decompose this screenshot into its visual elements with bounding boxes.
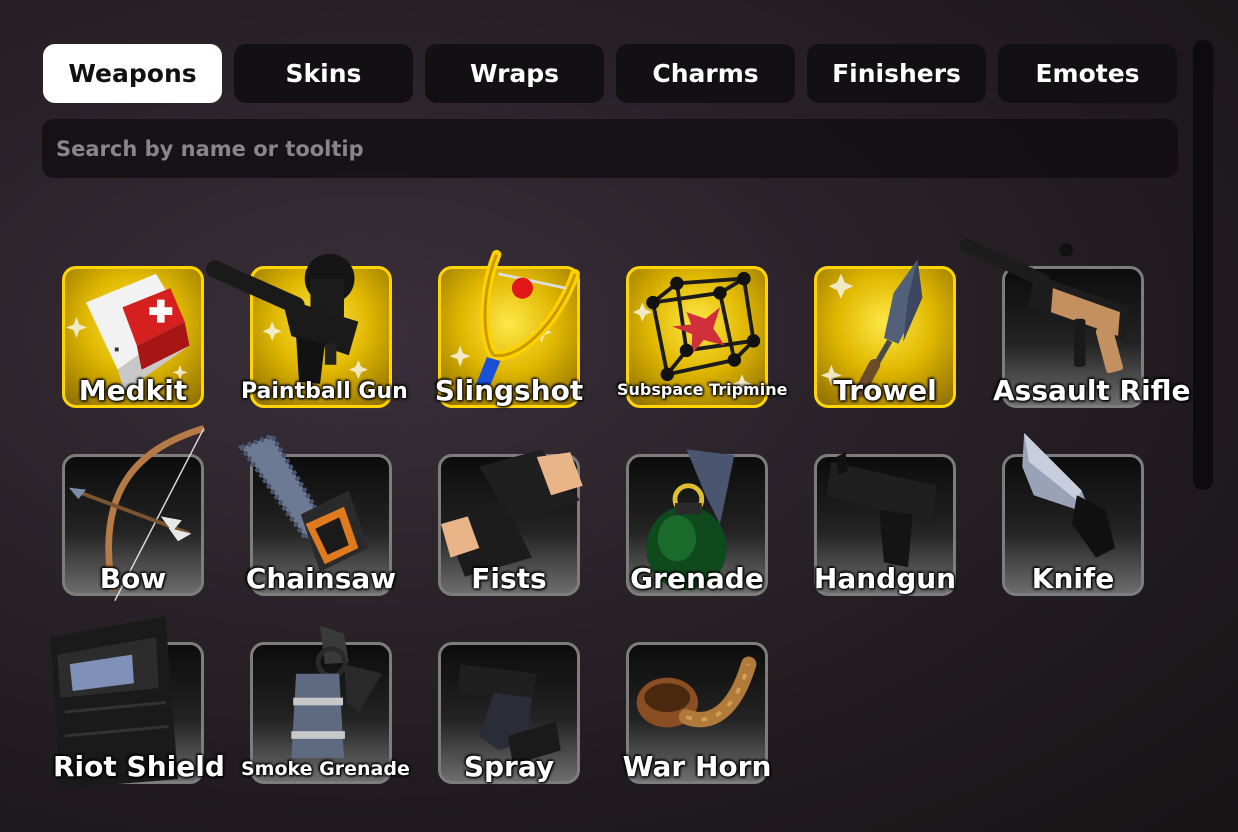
weapon-card-bow[interactable]: Bow bbox=[62, 425, 205, 601]
tab-skins[interactable]: Skins bbox=[234, 44, 413, 103]
weapon-label: Slingshot bbox=[434, 374, 584, 407]
weapon-card-spray[interactable]: Spray bbox=[438, 642, 580, 784]
weapon-label: Grenade bbox=[630, 562, 764, 595]
weapon-label: War Horn bbox=[622, 750, 772, 783]
weapon-label: Fists bbox=[471, 562, 547, 595]
scrollbar[interactable] bbox=[1193, 40, 1213, 490]
weapon-card-smoke-grenade[interactable]: Smoke Grenade bbox=[241, 625, 410, 784]
weapon-card-medkit[interactable]: Medkit bbox=[62, 266, 204, 408]
weapon-card-fists[interactable]: Fists bbox=[438, 449, 583, 596]
weapon-card-assault-rifle[interactable]: Assault Rifle bbox=[959, 238, 1190, 408]
weapon-label: Handgun bbox=[813, 562, 957, 595]
weapon-card-chainsaw[interactable]: Chainsaw bbox=[237, 432, 396, 596]
weapon-card-riot-shield[interactable]: Riot Shield bbox=[50, 616, 225, 789]
tab-charms[interactable]: Charms bbox=[616, 44, 795, 103]
weapon-card-handgun[interactable]: Handgun bbox=[814, 452, 956, 596]
weapon-card-knife[interactable]: Knife bbox=[1002, 433, 1144, 596]
weapon-card-war-horn[interactable]: War Horn bbox=[623, 642, 771, 784]
weapon-label: Knife bbox=[1031, 562, 1115, 595]
tab-wraps[interactable]: Wraps bbox=[425, 44, 604, 103]
search-bar bbox=[42, 119, 1178, 178]
weapon-label: Riot Shield bbox=[53, 750, 225, 783]
weapon-label: Paintball Gun bbox=[241, 379, 408, 404]
weapon-label: Bow bbox=[99, 562, 167, 595]
weapon-label: Subspace Tripmine bbox=[617, 380, 788, 399]
weapon-card-paintball-gun[interactable]: Paintball Gun bbox=[206, 253, 408, 408]
tab-weapons[interactable]: Weapons bbox=[43, 44, 222, 103]
weapon-label: Assault Rifle bbox=[993, 374, 1191, 407]
search-input[interactable] bbox=[42, 119, 1178, 178]
tab-finishers[interactable]: Finishers bbox=[807, 44, 986, 103]
weapon-label: Spray bbox=[463, 750, 555, 783]
weapon-label: Chainsaw bbox=[245, 562, 397, 595]
tab-emotes[interactable]: Emotes bbox=[998, 44, 1177, 103]
category-tabs: Weapons Skins Wraps Charms Finishers Emo… bbox=[43, 44, 1177, 103]
weapon-label: Medkit bbox=[78, 374, 188, 407]
weapon-label: Smoke Grenade bbox=[241, 758, 410, 780]
weapon-card-grenade[interactable]: Grenade bbox=[626, 449, 768, 596]
weapon-label: Trowel bbox=[833, 374, 937, 407]
weapon-card-trowel[interactable]: Trowel bbox=[814, 259, 956, 408]
weapon-card-slingshot[interactable]: Slingshot bbox=[435, 249, 583, 408]
weapon-card-subspace-tripmine[interactable]: Subspace Tripmine bbox=[617, 266, 787, 408]
